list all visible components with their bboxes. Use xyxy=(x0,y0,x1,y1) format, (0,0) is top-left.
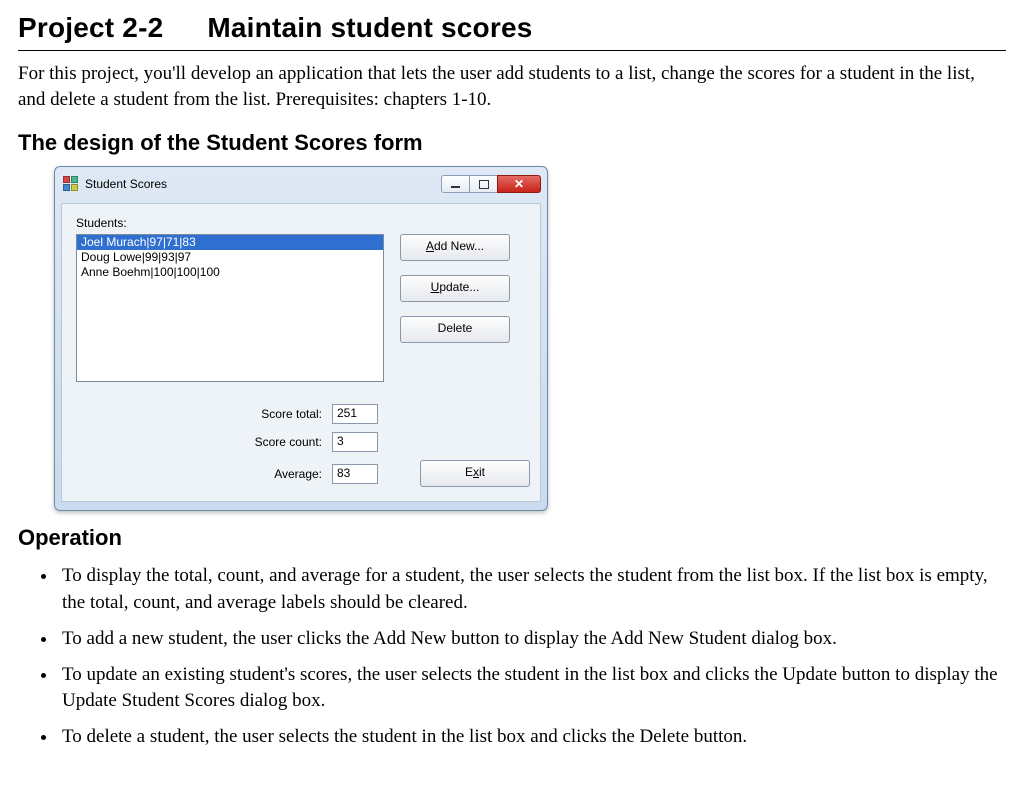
minimize-icon xyxy=(451,186,460,188)
operation-item: To add a new student, the user clicks th… xyxy=(58,626,1006,652)
close-button[interactable]: ✕ xyxy=(497,175,541,193)
list-item[interactable]: Anne Boehm|100|100|100 xyxy=(77,265,383,280)
intro-paragraph: For this project, you'll develop an appl… xyxy=(18,61,1006,112)
add-new-button[interactable]: Add New... xyxy=(400,234,510,261)
delete-button[interactable]: Delete xyxy=(400,316,510,343)
operation-item: To display the total, count, and average… xyxy=(58,563,1006,615)
title-rule xyxy=(18,50,1006,51)
project-title: Maintain student scores xyxy=(207,12,532,43)
window-titlebar[interactable]: Student Scores ✕ xyxy=(55,167,547,199)
caption-buttons: ✕ xyxy=(441,175,541,193)
maximize-icon xyxy=(479,180,489,189)
score-total-label: Score total: xyxy=(76,407,332,421)
score-count-label: Score count: xyxy=(76,435,332,449)
close-icon: ✕ xyxy=(514,178,524,190)
students-label: Students: xyxy=(76,216,526,230)
exit-button[interactable]: Exit xyxy=(420,460,530,487)
list-item[interactable]: Doug Lowe|99|93|97 xyxy=(77,250,383,265)
add-new-rest: dd New... xyxy=(434,239,484,253)
students-listbox[interactable]: Joel Murach|97|71|83Doug Lowe|99|93|97An… xyxy=(76,234,384,382)
operation-item: To update an existing student's scores, … xyxy=(58,662,1006,714)
average-value: 83 xyxy=(332,464,378,484)
design-heading: The design of the Student Scores form xyxy=(18,130,1006,156)
update-button[interactable]: Update... xyxy=(400,275,510,302)
maximize-button[interactable] xyxy=(469,175,497,193)
window-client-area: Students: Joel Murach|97|71|83Doug Lowe|… xyxy=(61,203,541,502)
student-scores-window: Student Scores ✕ Students: Joel Murach|9… xyxy=(54,166,548,511)
list-item[interactable]: Joel Murach|97|71|83 xyxy=(77,235,383,250)
add-new-mnemonic: A xyxy=(426,239,434,253)
update-rest: pdate... xyxy=(439,280,479,294)
exit-mnemonic: x xyxy=(473,465,479,479)
score-total-value: 251 xyxy=(332,404,378,424)
project-code: Project 2-2 xyxy=(18,12,163,43)
score-count-value: 3 xyxy=(332,432,378,452)
operation-heading: Operation xyxy=(18,525,1006,551)
average-label: Average: xyxy=(76,467,332,481)
operation-item: To delete a student, the user selects th… xyxy=(58,724,1006,750)
window-title: Student Scores xyxy=(85,177,167,191)
page-title: Project 2-2 Maintain student scores xyxy=(18,12,1006,44)
update-mnemonic: U xyxy=(431,280,440,294)
operation-list: To display the total, count, and average… xyxy=(18,563,1006,750)
app-icon xyxy=(63,176,79,192)
minimize-button[interactable] xyxy=(441,175,469,193)
